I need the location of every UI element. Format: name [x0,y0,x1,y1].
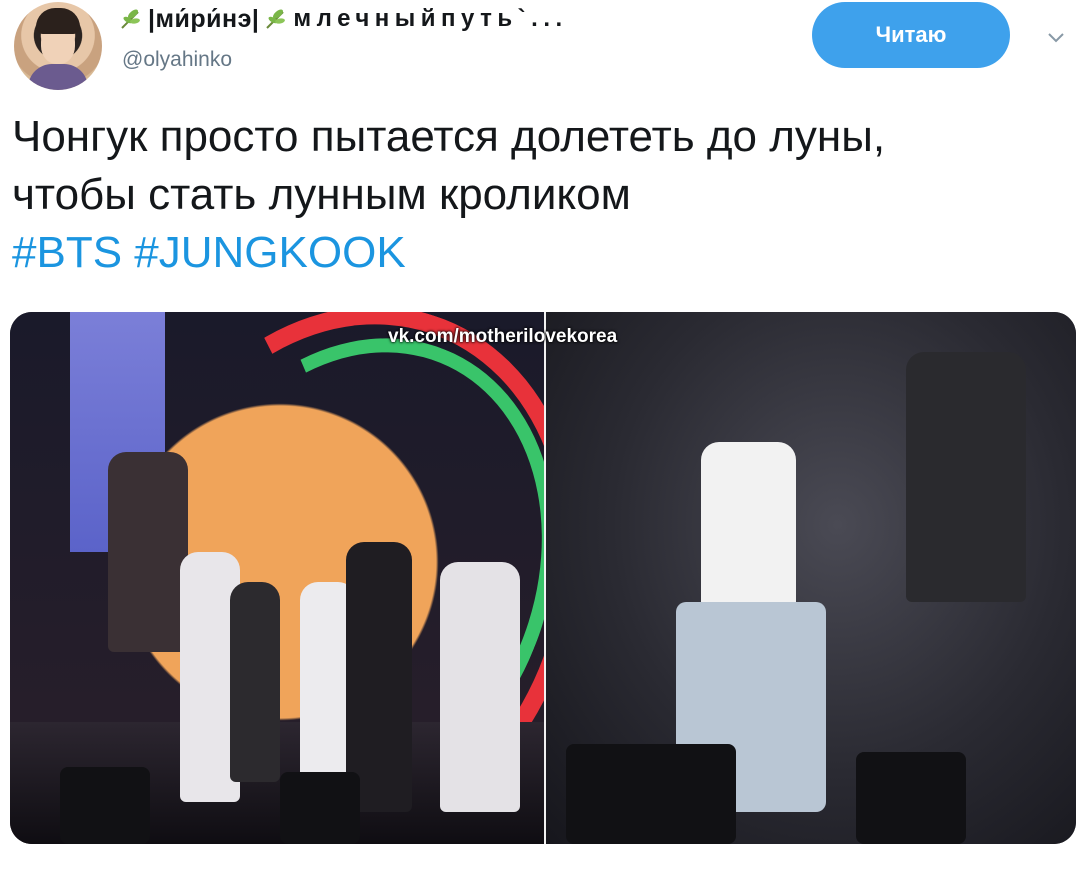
leaf-icon [121,9,140,29]
display-name-row[interactable]: |ми́ри́нэ| млечныйпуть`... [118,2,568,36]
performer [230,582,280,782]
concert-photo-left [10,312,651,844]
stage-speaker [856,752,966,844]
hashtag-jungkook[interactable]: #JUNGKOOK [134,228,405,277]
leaf-icon [266,9,286,29]
stage-speaker [280,772,360,844]
avatar[interactable] [14,2,102,90]
performer-jumping [906,352,1026,602]
follow-button[interactable]: Читаю [812,2,1010,68]
stage-speaker [566,744,736,844]
display-name-part1: |ми́ри́нэ| [148,4,260,33]
stage-speaker [60,767,150,844]
performer [440,562,520,812]
concert-photo-right [546,312,1076,844]
performer [346,542,412,812]
user-handle[interactable]: @olyahinko [122,48,232,72]
performer-jumping [108,452,188,652]
avatar-shirt [28,64,88,90]
tweet-text: Чонгук просто пытается долететь до луны,… [12,108,885,282]
watermark: vk.com/motherilovekorea [388,326,618,347]
display-name-part2: млечныйпуть`... [293,5,568,32]
tweet-line-1: Чонгук просто пытается долететь до луны, [12,112,886,161]
tweet-line-2: чтобы стать лунным кроликом [12,170,631,219]
tweet-media[interactable]: vk.com/motherilovekorea [10,312,1076,844]
performer-running [701,442,796,612]
chevron-down-icon[interactable] [1046,28,1066,48]
hashtags: #BTS #JUNGKOOK [12,224,885,282]
avatar-hair [36,8,80,34]
hashtag-bts[interactable]: #BTS [12,228,122,277]
